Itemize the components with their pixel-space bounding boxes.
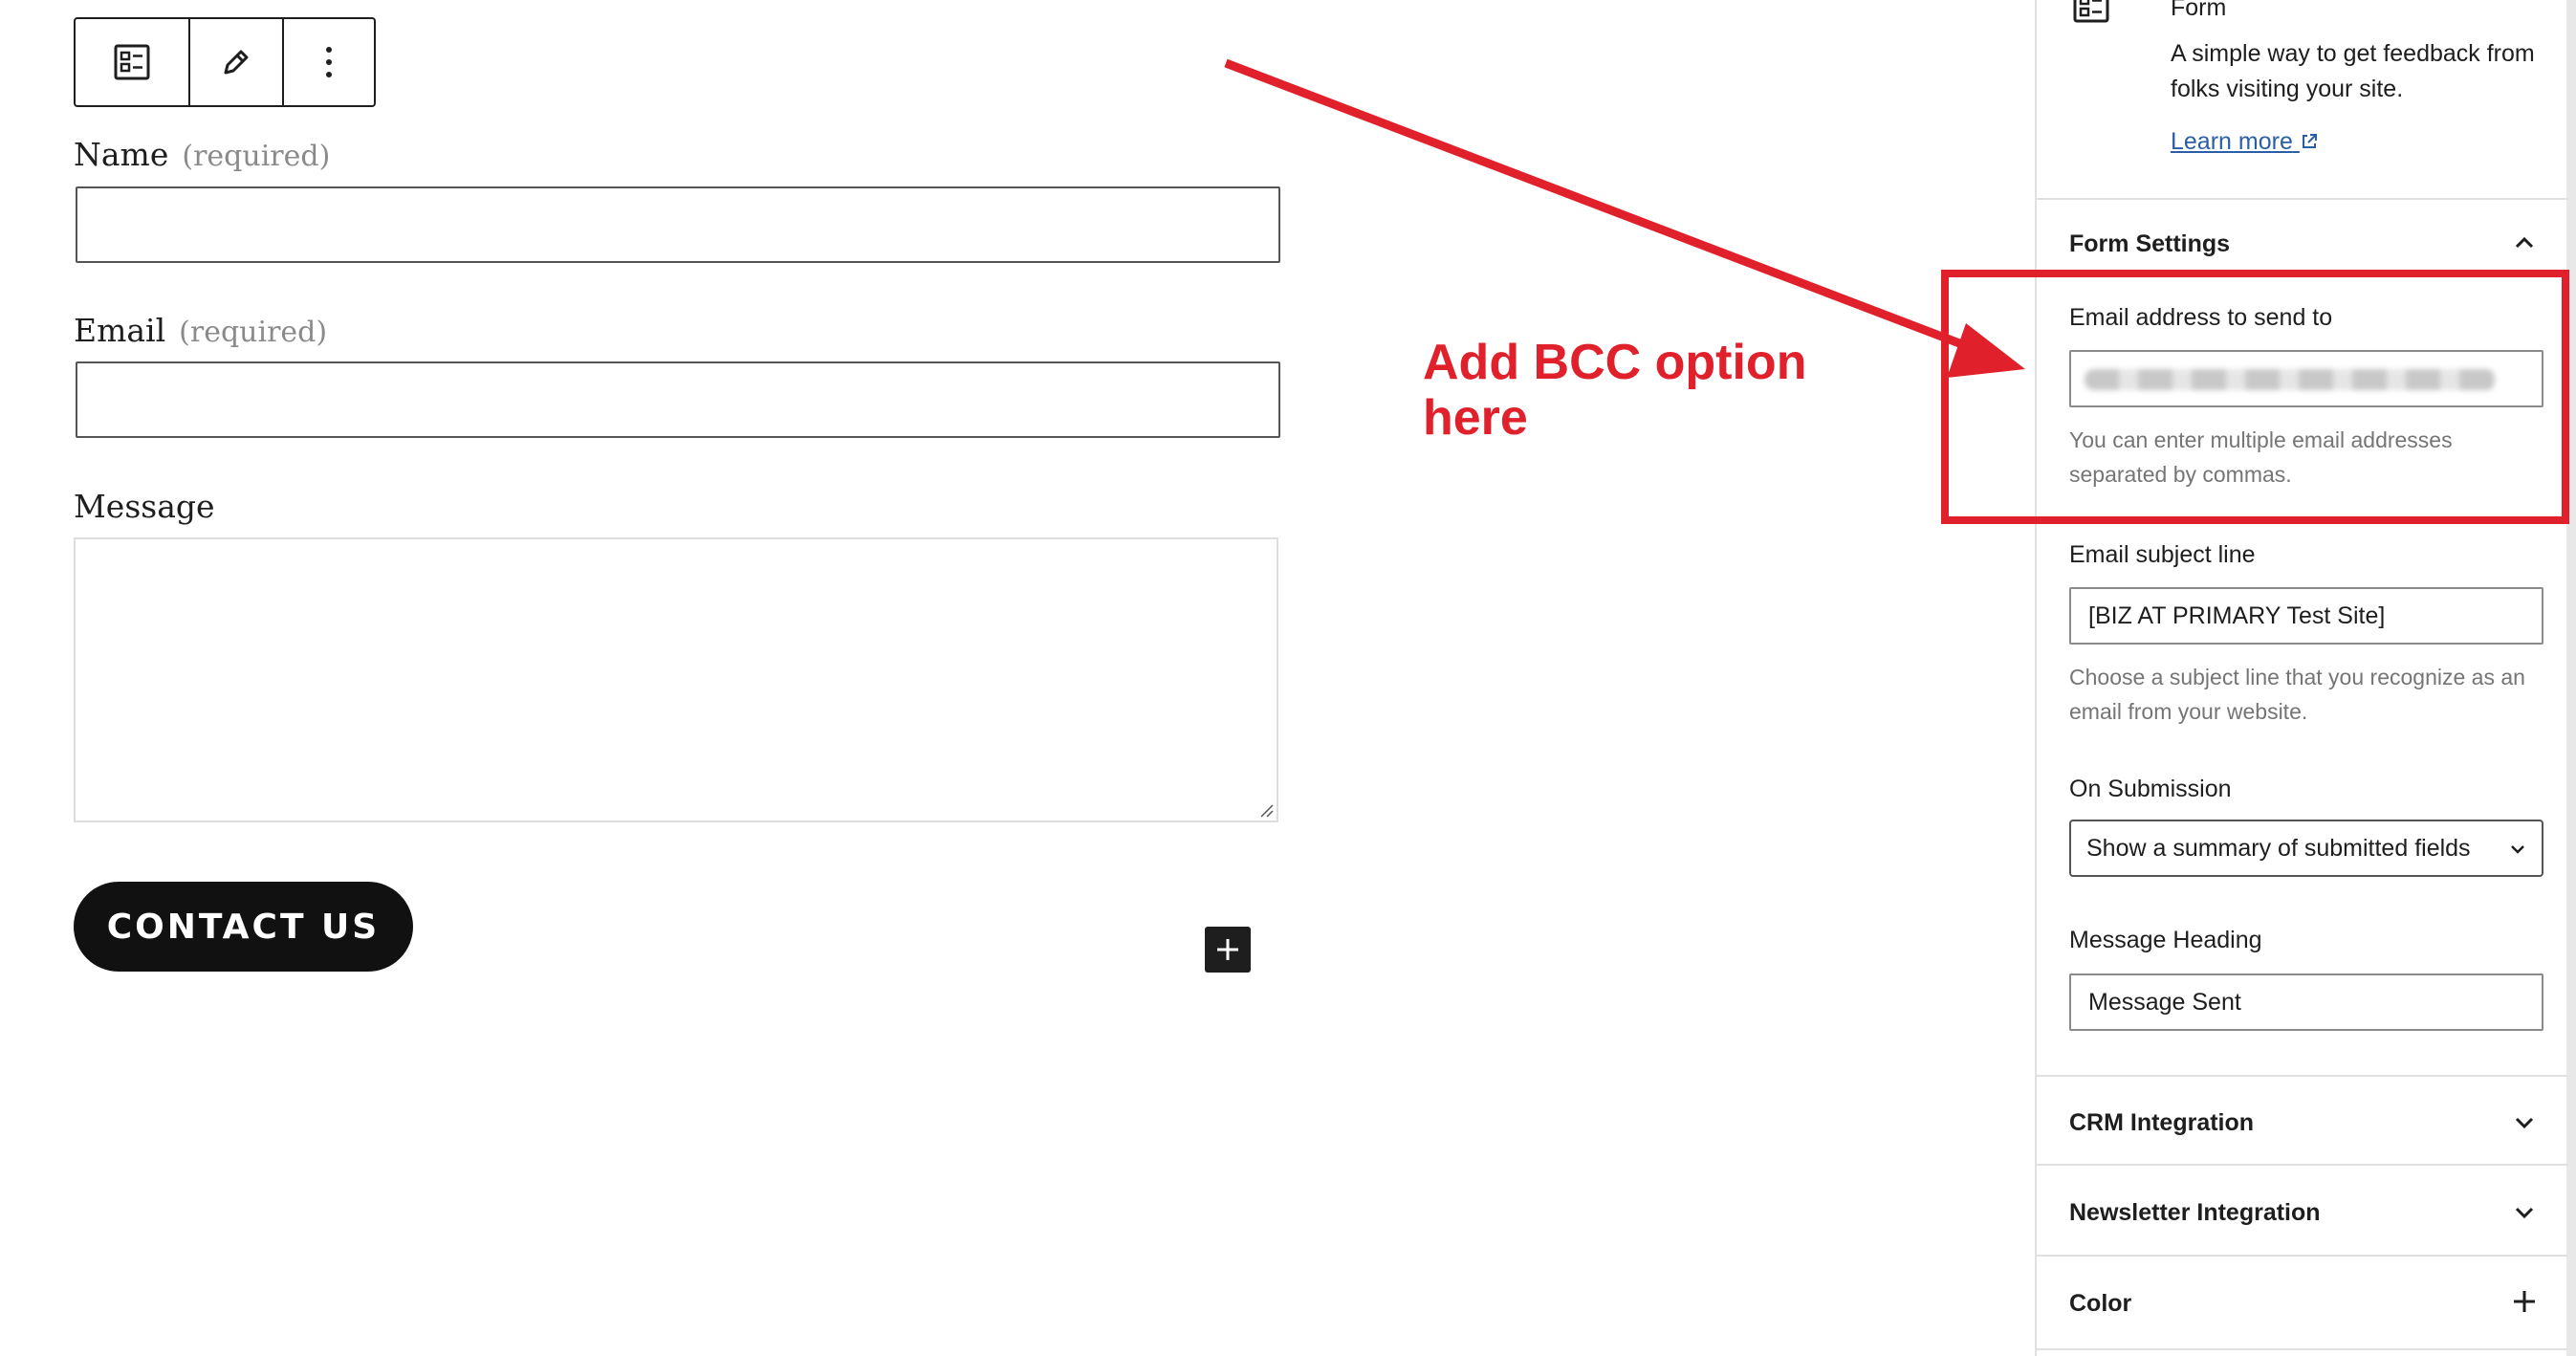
external-link-icon [2302, 134, 2317, 148]
block-title: Form [2171, 0, 2227, 21]
edit-button[interactable] [190, 19, 284, 105]
message-heading-input[interactable]: Message Sent [2069, 973, 2543, 1031]
add-block-button[interactable] [1205, 927, 1251, 973]
sidebar-scrollbar[interactable] [2566, 0, 2576, 1356]
annotation-highlight-box [1941, 270, 2569, 524]
crm-integration-toggle[interactable]: CRM Integration [2069, 1109, 2254, 1137]
resize-handle-icon[interactable] [1257, 801, 1275, 819]
chevron-up-icon[interactable] [2511, 230, 2538, 256]
subject-help: Choose a subject line that you recognize… [2069, 665, 2525, 724]
block-toolbar [74, 17, 376, 107]
divider [2037, 1348, 2568, 1350]
block-type-button[interactable] [76, 19, 190, 105]
pencil-icon [224, 50, 249, 75]
form-icon [114, 44, 150, 80]
form-icon [2073, 0, 2109, 23]
on-submission-value: Show a summary of submitted fields [2086, 835, 2471, 862]
divider [2037, 1164, 2568, 1166]
divider [2037, 198, 2568, 200]
block-description: A simple way to get feedback from folks … [2171, 40, 2535, 102]
subject-input[interactable]: [BIZ AT PRIMARY Test Site] [2069, 587, 2543, 645]
contact-us-button[interactable]: CONTACT US [74, 882, 413, 972]
block-card: Form A simple way to get feedback from f… [2069, 0, 2547, 196]
chevron-down-icon [2511, 845, 2524, 854]
email-label: Email (required) [74, 312, 327, 349]
learn-more-text: Learn more [2171, 128, 2293, 155]
name-label: Name (required) [74, 136, 330, 173]
annotation-text: Add BCC option here [1423, 335, 1807, 446]
divider [2037, 1075, 2568, 1077]
message-label: Message [74, 488, 215, 525]
chevron-down-icon[interactable] [2511, 1199, 2538, 1226]
editor-canvas: Name (required) Email (required) Message C… [0, 0, 2035, 1356]
required-indicator: (required) [182, 140, 331, 173]
options-button[interactable] [284, 19, 374, 105]
divider [2037, 1255, 2568, 1257]
plus-icon [1217, 939, 1238, 960]
chevron-down-icon[interactable] [2511, 1109, 2538, 1136]
email-input[interactable] [76, 361, 1280, 438]
more-vertical-icon [326, 47, 332, 77]
newsletter-integration-toggle[interactable]: Newsletter Integration [2069, 1199, 2321, 1227]
message-textarea[interactable] [74, 537, 1278, 822]
subject-label: Email subject line [2069, 541, 2256, 568]
color-toggle[interactable]: Color [2069, 1290, 2131, 1318]
settings-sidebar: Form A simple way to get feedback from f… [2035, 0, 2576, 1356]
message-label-text: Message [74, 488, 215, 525]
message-heading-label: Message Heading [2069, 927, 2262, 953]
form-settings-toggle[interactable]: Form Settings [2069, 230, 2230, 258]
plus-icon[interactable] [2511, 1288, 2538, 1315]
on-submission-label: On Submission [2069, 776, 2232, 802]
name-input[interactable] [76, 186, 1280, 263]
on-submission-select[interactable]: Show a summary of submitted fields [2069, 820, 2543, 877]
learn-more-link[interactable]: Learn more [2171, 128, 2319, 156]
name-label-text: Name [74, 136, 169, 173]
email-label-text: Email [74, 312, 166, 349]
required-indicator: (required) [179, 316, 328, 349]
